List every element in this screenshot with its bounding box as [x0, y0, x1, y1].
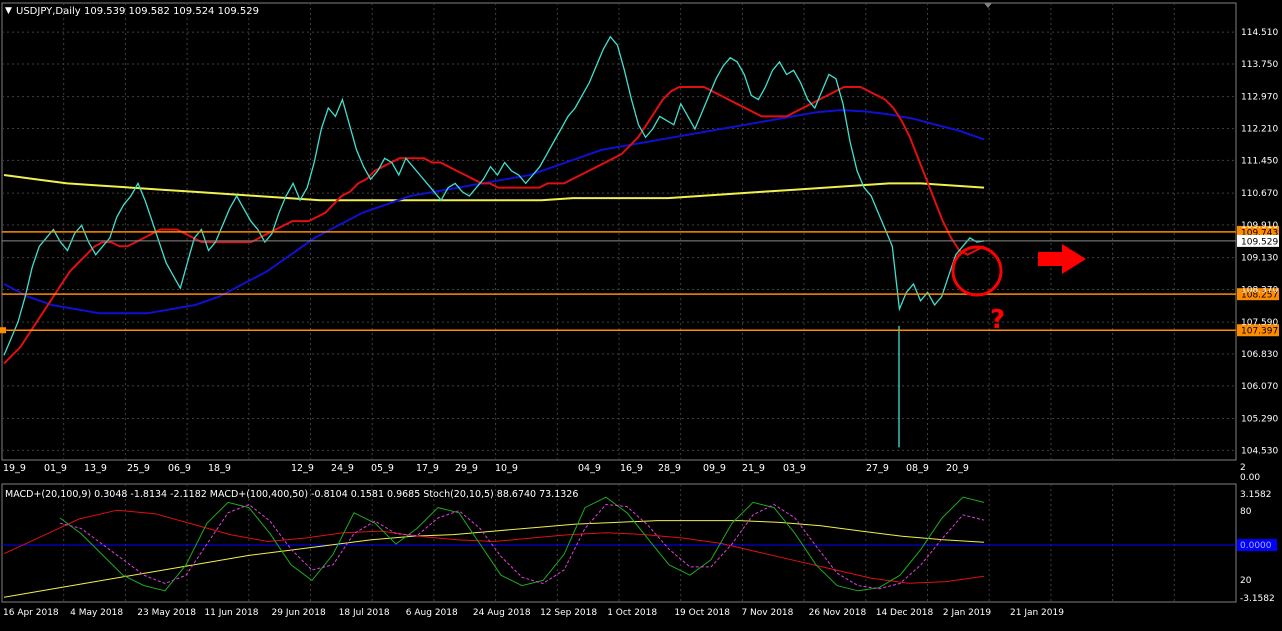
x-tick-label: 6 Aug 2018 — [406, 608, 458, 618]
y-tick-label: 108.370 — [1241, 285, 1278, 295]
period-label: 13_9 — [84, 463, 107, 474]
x-tick-label: 7 Nov 2018 — [741, 608, 793, 618]
x-tick-label: 11 Jun 2018 — [204, 608, 258, 618]
period-label: 18_9 — [208, 463, 231, 474]
indicator-magenta — [59, 503, 985, 590]
indicator-y-tick: 3.1582 — [1240, 490, 1272, 500]
period-label: 29_9 — [455, 463, 478, 474]
period-label: 12_9 — [291, 463, 314, 474]
y-tick-label: 114.510 — [1241, 28, 1278, 38]
x-tick-label: 4 May 2018 — [70, 608, 123, 618]
y-tick-label: 113.750 — [1241, 60, 1278, 70]
right-arrow-icon — [1038, 244, 1086, 274]
indicator-y-tick: -3.1582 — [1240, 594, 1275, 604]
indicator-title: MACD+(20,100,9) 0.3048 -1.8134 -2.1182 M… — [5, 489, 578, 500]
y-tick-label: 105.290 — [1241, 415, 1278, 425]
chart-window[interactable]: 109.743 108.257 107.397 109.529 114.510 113.… — [0, 0, 1282, 627]
period-label: 01_9 — [44, 463, 67, 474]
current-price-label: 109.529 — [1241, 237, 1278, 247]
period-label: 20_9 — [946, 463, 969, 474]
y-tick-label: 106.070 — [1241, 382, 1278, 392]
grid — [1, 2, 1237, 603]
period-label: 27_9 — [866, 463, 889, 474]
period-label: 17_9 — [416, 463, 439, 474]
period-label: 21_9 — [742, 463, 765, 474]
period-label: 19_9 — [3, 463, 26, 474]
header-triangle-icon[interactable]: ▼ — [5, 6, 12, 16]
x-tick-label: 21 Jan 2019 — [1010, 608, 1064, 618]
x-tick-label: 24 Aug 2018 — [473, 608, 531, 618]
x-tick-label: 1 Oct 2018 — [607, 608, 657, 618]
y-tick-label: 109.910 — [1241, 221, 1278, 231]
x-tick-label: 18 Jul 2018 — [339, 608, 390, 618]
x-tick-label: 26 Nov 2018 — [809, 608, 867, 618]
period-label: 25_9 — [127, 463, 150, 474]
x-tick-label: 14 Dec 2018 — [876, 608, 934, 618]
period-label: 06_9 — [168, 463, 191, 474]
period-label: 04_9 — [578, 463, 601, 474]
indicator-y-axis-labels: 3.1582 80 0.0000 20 -3.1582 — [1237, 490, 1277, 604]
y-tick-label: 109.130 — [1241, 254, 1278, 264]
period-label: 28_9 — [658, 463, 681, 474]
horizontal-levels: 109.743108.257107.397109.529 — [0, 225, 1279, 337]
y-tick-label: 112.970 — [1241, 93, 1278, 103]
period-label: 03_9 — [783, 463, 806, 474]
x-tick-label: 12 Sep 2018 — [540, 608, 597, 618]
series-price — [3, 35, 985, 356]
x-tick-label: 23 May 2018 — [137, 608, 196, 618]
indicator-series-group — [2, 496, 1236, 598]
y-tick-label: 112.210 — [1241, 125, 1278, 135]
period-label: 08_9 — [906, 463, 929, 474]
series-ma-yellow — [3, 174, 985, 202]
y-tick-label: 104.530 — [1241, 446, 1278, 456]
question-mark: ? — [990, 305, 1005, 335]
period-label: 05_9 — [371, 463, 394, 474]
indicator-y-tick: 20 — [1240, 576, 1252, 586]
separator-label-bottom: 0.00 — [1240, 473, 1260, 483]
scroll-marker-icon[interactable] — [984, 3, 992, 8]
indicator-y-tick: 0.0000 — [1240, 541, 1272, 551]
x-tick-label: 2 Jan 2019 — [943, 608, 991, 618]
period-label: 16_9 — [620, 463, 643, 474]
level-left-marker — [0, 327, 6, 334]
level-tag-label: 107.397 — [1241, 327, 1278, 337]
indicator-y-tick: 80 — [1240, 507, 1252, 517]
period-label: 10_9 — [495, 463, 518, 474]
x-tick-label: 29 Jun 2018 — [272, 608, 326, 618]
period-labels: 19_9 01_9 13_9 25_9 06_9 18_9 12_9 24_9 05_9 17_9… — [3, 463, 969, 474]
period-label: 24_9 — [331, 463, 354, 474]
y-tick-label: 111.450 — [1241, 156, 1278, 166]
series-ma-blue — [3, 109, 985, 315]
y-tick-label: 107.590 — [1241, 318, 1278, 328]
separator-label-top: 2 — [1240, 463, 1246, 473]
symbol-label: USDJPY,Daily — [16, 6, 81, 17]
y-tick-label: 110.670 — [1241, 189, 1278, 199]
chart-svg[interactable]: 109.743108.257107.397109.529 114.510113.… — [0, 0, 1282, 627]
y-tick-label: 106.830 — [1241, 350, 1278, 360]
ohlc-values: 109.539 109.582 109.524 109.529 — [84, 6, 259, 17]
period-label: 09_9 — [703, 463, 726, 474]
x-tick-label: 19 Oct 2018 — [674, 608, 730, 618]
x-tick-label: 16 Apr 2018 — [3, 608, 59, 618]
highlight-circle — [951, 245, 1003, 297]
x-axis-labels: 16 Apr 2018 4 May 2018 23 May 2018 11 Jun 2… — [3, 608, 1064, 618]
